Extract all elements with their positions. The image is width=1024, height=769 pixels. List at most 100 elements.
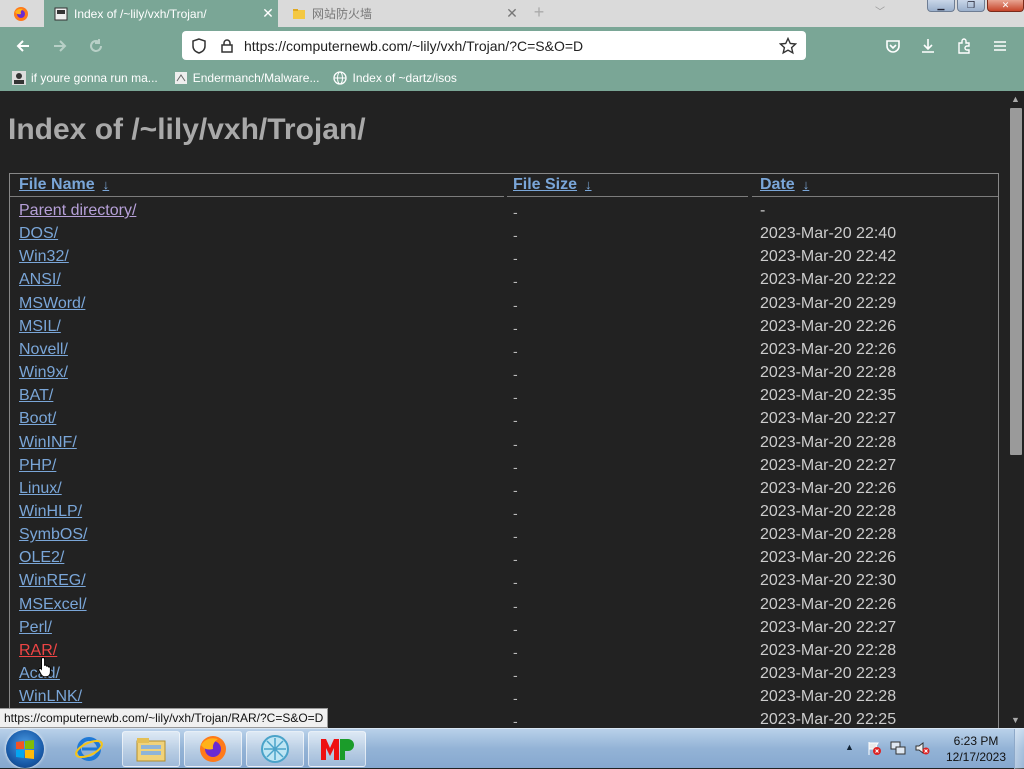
bookmark-star-icon[interactable] — [776, 34, 800, 58]
file-name-link[interactable]: MSWord/ — [19, 295, 85, 313]
file-name-link[interactable]: WinHLP/ — [19, 503, 82, 521]
file-name-link[interactable]: ANSI/ — [19, 271, 61, 289]
extensions-button[interactable] — [951, 33, 977, 59]
start-button[interactable] — [6, 730, 44, 768]
file-name-link[interactable]: MSExcel/ — [19, 596, 87, 614]
forward-button[interactable] — [47, 33, 73, 59]
window-close-button[interactable]: ✕ — [987, 0, 1024, 12]
menu-button[interactable] — [987, 33, 1013, 59]
file-size: - — [513, 342, 518, 359]
sort-arrow-icon[interactable]: ↓ — [103, 177, 110, 192]
taskbar-crystal-app[interactable] — [246, 731, 304, 767]
file-name-link[interactable]: WinREG/ — [19, 572, 86, 590]
reload-button[interactable] — [83, 33, 109, 59]
column-header-name[interactable]: File Name ↓ — [19, 176, 109, 198]
file-name-link[interactable]: Novell/ — [19, 341, 68, 359]
table-row: Perl/ - 2023-Mar-20 22:27 — [10, 617, 998, 640]
scroll-down-icon[interactable]: ▼ — [1007, 712, 1024, 728]
file-date: 2023-Mar-20 22:28 — [760, 502, 897, 520]
sort-arrow-icon[interactable]: ↓ — [585, 177, 592, 192]
network-icon[interactable] — [890, 740, 906, 756]
clock-time: 6:23 PM — [953, 734, 999, 748]
tray-expand-icon[interactable]: ▲ — [845, 742, 854, 752]
file-name-link[interactable]: Linux/ — [19, 480, 62, 498]
show-desktop-button[interactable] — [1014, 729, 1024, 769]
column-header-name-label[interactable]: File Name — [19, 176, 95, 193]
table-row: MSExcel/ - 2023-Mar-20 22:26 — [10, 594, 998, 617]
bookmark-item[interactable]: Index of ~dartz/isos — [333, 71, 457, 85]
file-size: - — [513, 667, 518, 683]
file-name-link[interactable]: MSIL/ — [19, 318, 61, 336]
file-date: 2023-Mar-20 22:26 — [760, 549, 897, 567]
sort-arrow-icon[interactable]: ↓ — [803, 177, 810, 192]
scroll-up-icon[interactable]: ▲ — [1007, 91, 1024, 107]
file-name-link[interactable]: Win32/ — [19, 248, 69, 266]
taskbar-internet-explorer[interactable] — [60, 731, 118, 767]
column-header-size[interactable]: File Size ↓ — [513, 176, 592, 198]
table-row: WinLNK/ - 2023-Mar-20 22:28 — [10, 686, 998, 709]
file-name-link[interactable]: DOS/ — [19, 225, 58, 243]
action-center-flag-icon[interactable] — [866, 740, 882, 756]
vertical-scrollbar[interactable]: ▲ ▼ — [1007, 91, 1024, 728]
file-name-link[interactable]: PHP/ — [19, 457, 56, 475]
file-name-link[interactable]: Win9x/ — [19, 364, 68, 382]
pocket-button[interactable] — [880, 33, 906, 59]
table-row: RAR/-2023-Mar-20 22:28 — [10, 640, 998, 663]
file-size: - — [513, 551, 518, 568]
puzzle-icon — [958, 38, 970, 54]
file-size: - — [513, 273, 518, 290]
file-name-link[interactable]: WinINF/ — [19, 434, 77, 452]
lock-icon[interactable] — [216, 35, 238, 57]
clock-date: 12/17/2023 — [945, 750, 1007, 764]
column-header-date-label[interactable]: Date — [760, 176, 795, 193]
file-size: - — [513, 458, 518, 475]
file-name-link[interactable]: Perl/ — [19, 619, 52, 637]
close-icon[interactable]: ✕ — [502, 5, 522, 22]
column-header-size-label[interactable]: File Size — [513, 176, 577, 193]
volume-muted-icon[interactable] — [914, 740, 930, 756]
taskbar-mp-app[interactable] — [308, 731, 366, 767]
downloads-button[interactable] — [915, 33, 941, 59]
table-row: Boot/ - 2023-Mar-20 22:27 — [10, 408, 998, 431]
file-date: 2023-Mar-20 22:26 — [760, 317, 897, 335]
taskbar-file-explorer[interactable] — [122, 731, 180, 767]
url-input[interactable]: https://computernewb.com/~lily/vxh/Troja… — [244, 38, 776, 54]
scrollbar-thumb[interactable] — [1010, 108, 1022, 455]
file-size: - — [513, 597, 518, 614]
header-divider — [10, 196, 504, 197]
bookmark-item[interactable]: if youre gonna run ma... — [12, 70, 158, 85]
minimize-button[interactable]: ▁ — [927, 0, 955, 12]
new-tab-button[interactable]: + — [528, 2, 550, 24]
page-viewport: Index of /~lily/vxh/Trojan/ File Name ↓ F… — [0, 91, 1007, 728]
shield-icon[interactable] — [188, 35, 210, 57]
table-row: DOS/ - 2023-Mar-20 22:40 — [10, 223, 998, 246]
tab-active[interactable]: Index of /~lily/vxh/Trojan/ ✕ — [44, 0, 278, 27]
file-name-link[interactable]: Parent directory/ — [19, 202, 136, 220]
chevron-down-icon[interactable]: ﹀ — [872, 3, 888, 19]
maximize-button[interactable]: ❐ — [957, 0, 985, 12]
file-size: - — [513, 528, 518, 545]
back-button[interactable] — [10, 33, 36, 59]
file-name-link[interactable]: BAT/ — [19, 387, 53, 405]
mp-app-icon — [321, 739, 354, 760]
close-icon[interactable]: ✕ — [258, 5, 278, 22]
file-date: 2023-Mar-20 22:40 — [760, 225, 897, 243]
firefox-menu-tab[interactable] — [0, 0, 42, 27]
system-clock[interactable]: 6:23 PM 12/17/2023 — [938, 733, 1014, 765]
file-size: - — [513, 296, 518, 313]
file-name-link[interactable]: WinLNK/ — [19, 688, 82, 706]
file-name-link[interactable]: SymbOS/ — [19, 526, 87, 544]
file-date: 2023-Mar-20 22:26 — [760, 595, 897, 613]
bookmark-item[interactable]: Endermanch/Malware... — [174, 71, 319, 85]
header-divider — [752, 196, 998, 197]
file-name-link[interactable]: Boot/ — [19, 410, 56, 428]
file-date: 2023-Mar-20 22:35 — [760, 387, 897, 405]
address-bar[interactable]: https://computernewb.com/~lily/vxh/Troja… — [182, 31, 806, 60]
page-icon — [174, 71, 188, 85]
table-row: ANSI/ - 2023-Mar-20 22:22 — [10, 269, 998, 292]
column-header-date[interactable]: Date ↓ — [760, 176, 809, 198]
tab-inactive[interactable]: 网站防火墙 ✕ — [282, 0, 522, 27]
taskbar-firefox[interactable] — [184, 731, 242, 767]
hamburger-menu-icon — [994, 41, 1006, 51]
file-name-link[interactable]: OLE2/ — [19, 549, 64, 567]
